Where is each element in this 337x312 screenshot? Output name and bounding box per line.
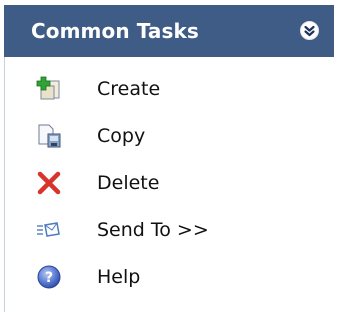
task-delete[interactable]: Delete [5,160,325,206]
create-icon [35,75,63,103]
panel-header[interactable]: Common Tasks [4,5,334,57]
panel-title: Common Tasks [31,19,199,43]
task-help[interactable]: ? Help [5,254,325,300]
task-delete-label: Delete [97,172,160,194]
send-to-icon [35,216,63,244]
copy-icon [35,122,63,150]
task-create[interactable]: Create [5,66,325,112]
help-icon: ? [35,263,63,291]
task-list: Create Copy Delete Send To >> ? Help [4,57,334,312]
svg-text:?: ? [45,270,53,286]
collapse-button[interactable] [300,21,319,40]
task-create-label: Create [97,78,161,100]
task-copy[interactable]: Copy [5,113,325,159]
task-help-label: Help [97,266,141,288]
task-copy-label: Copy [97,125,146,147]
task-send-to-label: Send To >> [97,219,209,241]
double-chevron-up-icon [304,25,315,37]
task-send-to[interactable]: Send To >> [5,207,325,253]
delete-icon [35,169,63,197]
common-tasks-panel: Common Tasks Create Copy Delete Send To … [0,0,337,312]
